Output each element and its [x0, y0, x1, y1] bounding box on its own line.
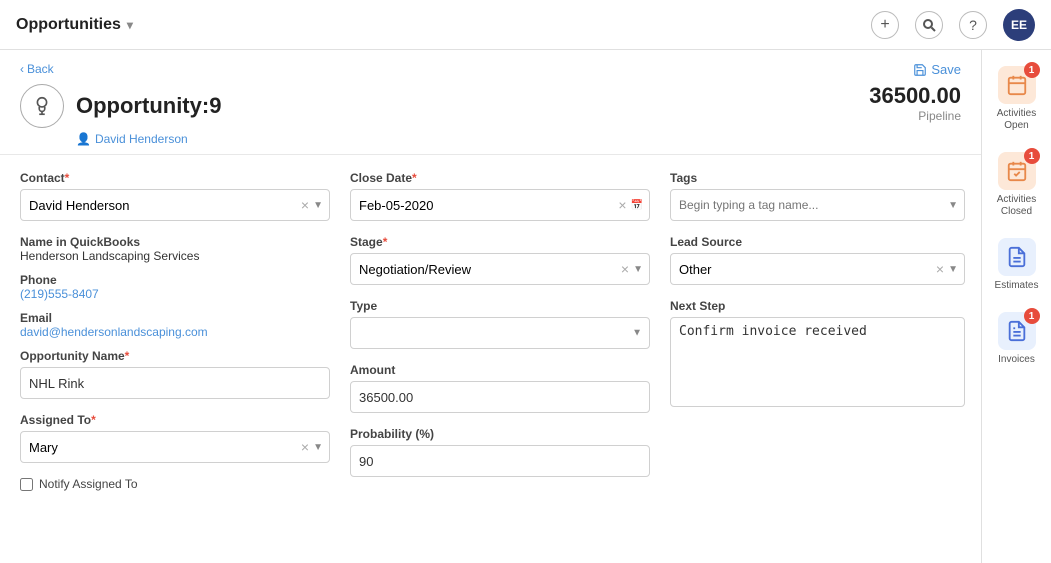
sidebar-item-invoices[interactable]: 1 Invoices: [982, 304, 1051, 374]
back-label: Back: [27, 62, 54, 76]
assigned-dropdown-button[interactable]: ▼: [313, 442, 323, 453]
close-date-label: Close Date*: [350, 171, 650, 185]
assigned-to-label: Assigned To*: [20, 413, 330, 427]
user-avatar[interactable]: EE: [1003, 9, 1035, 41]
stage-input[interactable]: [351, 262, 621, 277]
help-button[interactable]: ?: [959, 11, 987, 39]
close-date-calendar-button[interactable]: 📅: [631, 200, 643, 211]
opportunity-amount: 36500.00: [869, 83, 961, 109]
contact-input[interactable]: [21, 198, 301, 213]
tags-label: Tags: [670, 171, 965, 185]
tags-dropdown-icon: ▼: [948, 200, 964, 211]
next-step-input[interactable]: Confirm invoice received: [670, 317, 965, 407]
probability-label: Probability (%): [350, 427, 650, 441]
activities-open-label: Activities Open: [986, 108, 1047, 132]
assigned-user-link[interactable]: David Henderson: [95, 132, 188, 146]
opp-name-label: Opportunity Name*: [20, 349, 330, 363]
email-label: Email: [20, 311, 330, 325]
notify-label: Notify Assigned To: [39, 477, 138, 491]
name-in-qb-label: Name in QuickBooks: [20, 235, 330, 249]
lead-source-dropdown-button[interactable]: ▼: [948, 264, 958, 275]
stage-clear-button[interactable]: ×: [621, 262, 629, 276]
notify-checkbox[interactable]: [20, 478, 33, 491]
invoices-badge: 1: [1024, 308, 1040, 324]
type-label: Type: [350, 299, 650, 313]
back-chevron-icon: ‹: [20, 62, 24, 76]
invoices-label: Invoices: [998, 354, 1035, 366]
sidebar-item-estimates[interactable]: Estimates: [982, 230, 1051, 300]
pipeline-label: Pipeline: [918, 109, 961, 123]
close-date-input[interactable]: [351, 198, 618, 213]
assigned-to-field[interactable]: × ▼: [20, 431, 330, 463]
contact-label: Contact*: [20, 171, 330, 185]
amount-input[interactable]: [350, 381, 650, 413]
email-value[interactable]: david@hendersonlandscaping.com: [20, 325, 330, 339]
contact-field[interactable]: × ▼: [20, 189, 330, 221]
lead-source-input[interactable]: [671, 262, 936, 277]
tags-input[interactable]: [671, 198, 948, 212]
phone-value[interactable]: (219)555-8407: [20, 287, 330, 301]
contact-dropdown-button[interactable]: ▼: [313, 200, 323, 211]
activities-closed-label: Activities Closed: [986, 194, 1047, 218]
assigned-to-input[interactable]: [21, 440, 301, 455]
close-date-clear-button[interactable]: ×: [618, 198, 626, 212]
name-in-qb-value: Henderson Landscaping Services: [20, 249, 330, 263]
search-button[interactable]: [915, 11, 943, 39]
lead-source-field[interactable]: × ▼: [670, 253, 965, 285]
activities-closed-badge: 1: [1024, 148, 1040, 164]
stage-dropdown-button[interactable]: ▼: [633, 264, 643, 275]
right-sidebar: 1 Activities Open 1: [981, 50, 1051, 563]
amount-label: Amount: [350, 363, 650, 377]
probability-input[interactable]: [350, 445, 650, 477]
nav-chevron-icon: ▾: [127, 18, 133, 32]
save-button[interactable]: Save: [913, 62, 961, 77]
phone-label: Phone: [20, 273, 330, 287]
save-label: Save: [931, 62, 961, 77]
sidebar-item-activities-closed[interactable]: 1 Activities Closed: [982, 144, 1051, 226]
type-field[interactable]: ▼: [350, 317, 650, 349]
opportunity-icon: [20, 84, 64, 128]
close-date-field[interactable]: × 📅: [350, 189, 650, 221]
lead-source-clear-button[interactable]: ×: [936, 262, 944, 276]
stage-field[interactable]: × ▼: [350, 253, 650, 285]
sidebar-item-activities-open[interactable]: 1 Activities Open: [982, 58, 1051, 140]
app-title: Opportunities: [16, 16, 121, 34]
contact-clear-button[interactable]: ×: [301, 198, 309, 212]
user-icon: 👤: [76, 132, 91, 146]
estimates-label: Estimates: [995, 280, 1039, 292]
activities-open-badge: 1: [1024, 62, 1040, 78]
tags-field[interactable]: ▼: [670, 189, 965, 221]
assigned-clear-button[interactable]: ×: [301, 440, 309, 454]
stage-label: Stage*: [350, 235, 650, 249]
next-step-label: Next Step: [670, 299, 965, 313]
add-button[interactable]: +: [871, 11, 899, 39]
opp-name-input[interactable]: [20, 367, 330, 399]
type-select[interactable]: [350, 317, 650, 349]
opportunity-title: Opportunity:9: [76, 93, 221, 119]
notify-row: Notify Assigned To: [20, 477, 330, 491]
back-link[interactable]: ‹ Back: [20, 62, 221, 76]
lead-source-label: Lead Source: [670, 235, 965, 249]
